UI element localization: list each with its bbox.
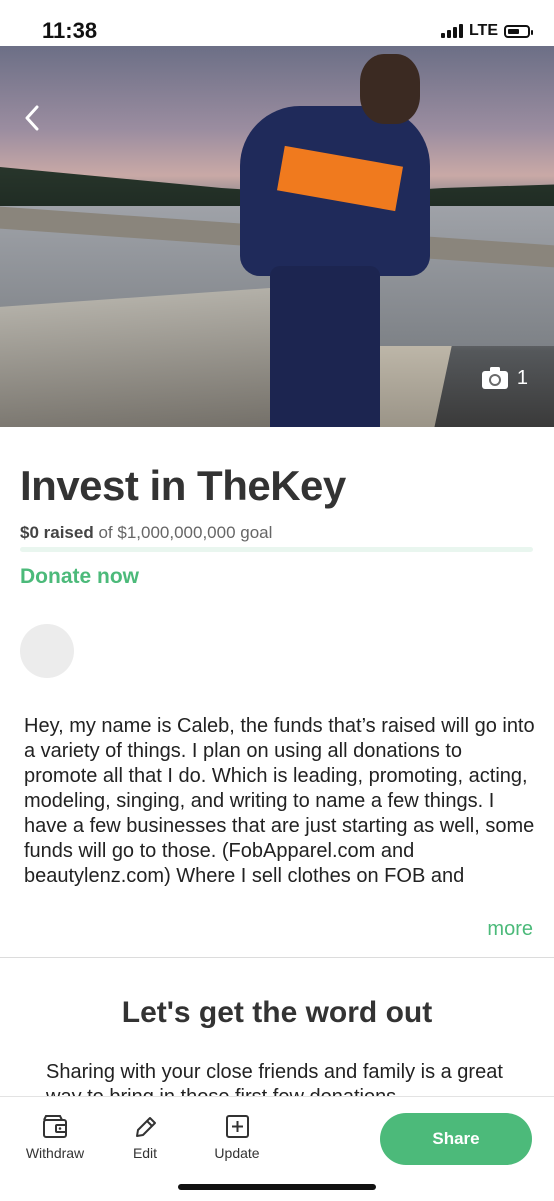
update-button[interactable]: Update xyxy=(192,1115,282,1161)
wallet-icon xyxy=(43,1115,67,1138)
share-description: Sharing with your close friends and fami… xyxy=(46,1061,503,1096)
edit-label: Edit xyxy=(132,1145,158,1161)
pencil-icon xyxy=(136,1117,156,1137)
withdraw-button[interactable]: Withdraw xyxy=(10,1115,100,1161)
withdraw-label: Withdraw xyxy=(25,1145,85,1161)
back-button[interactable] xyxy=(16,102,48,134)
organizer-avatar[interactable] xyxy=(20,624,74,678)
status-bar: 11:38 LTE xyxy=(0,0,554,46)
share-button[interactable]: Share xyxy=(380,1113,532,1165)
bottom-action-bar: Withdraw Edit Update Share xyxy=(0,1096,554,1201)
person-figure xyxy=(210,46,440,427)
plus-square-icon xyxy=(226,1115,249,1138)
status-indicators: LTE xyxy=(440,22,533,40)
goal-text: of $1,000,000,000 goal xyxy=(93,523,273,542)
camera-icon xyxy=(481,367,508,389)
progress-bar xyxy=(20,547,533,552)
campaign-title: Invest in TheKey xyxy=(20,462,346,509)
share-heading: Let's get the word out xyxy=(121,996,433,1029)
campaign-cover-photo[interactable] xyxy=(0,46,554,427)
donate-now-link[interactable]: Donate now xyxy=(20,565,139,589)
raised-amount: $0 raised xyxy=(20,523,94,542)
status-time: 11:38 xyxy=(42,18,98,43)
photo-count-number: 1 xyxy=(516,366,528,389)
signal-icon xyxy=(440,24,463,38)
edit-button[interactable]: Edit xyxy=(100,1115,190,1161)
read-more-link[interactable]: more xyxy=(487,918,533,941)
update-label: Update xyxy=(214,1145,260,1161)
home-indicator[interactable] xyxy=(178,1184,376,1190)
chevron-left-icon xyxy=(25,105,39,131)
network-label: LTE xyxy=(468,22,498,39)
raised-summary: $0 raised of $1,000,000,000 goal xyxy=(20,523,272,543)
section-divider xyxy=(0,957,554,958)
campaign-story: Hey, my name is Caleb, the funds that’s … xyxy=(24,715,535,887)
battery-icon xyxy=(504,24,533,38)
photo-count[interactable]: 1 xyxy=(481,366,528,390)
